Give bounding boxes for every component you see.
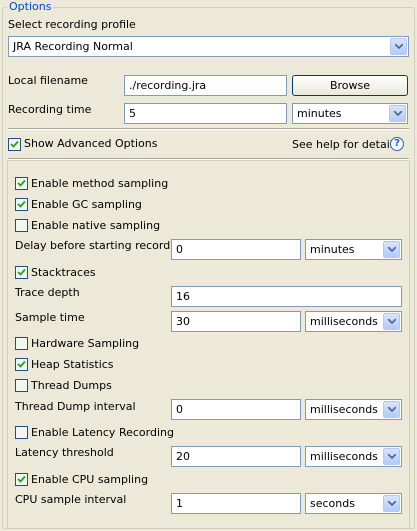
sample-time-input[interactable]: 30	[171, 311, 301, 332]
checkmark-icon	[17, 475, 26, 483]
checkmark-icon	[17, 200, 26, 208]
sample-time-unit-select[interactable]: milliseconds	[305, 311, 402, 332]
thread-dump-interval-unit-value: milliseconds	[310, 403, 378, 416]
recording-time-unit-select[interactable]: minutes	[292, 103, 408, 124]
chevron-down-icon	[388, 319, 396, 324]
hardware-sampling-checkbox[interactable]	[15, 337, 28, 350]
sample-time-label: Sample time	[15, 311, 85, 324]
thread-dump-interval-unit-select[interactable]: milliseconds	[305, 399, 402, 420]
method-sampling-checkbox[interactable]	[15, 177, 28, 190]
cpu-interval-unit-select[interactable]: seconds	[305, 493, 402, 514]
delay-label: Delay before starting recording	[15, 239, 188, 252]
help-icon[interactable]: ?	[390, 137, 404, 151]
chevron-down-icon	[395, 44, 403, 49]
profile-select[interactable]: JRA Recording Normal	[8, 36, 409, 57]
heap-statistics-label[interactable]: Heap Statistics	[31, 358, 114, 372]
delay-unit-select[interactable]: minutes	[305, 239, 402, 260]
trace-depth-input[interactable]: 16	[171, 286, 402, 307]
cpu-interval-label: CPU sample interval	[15, 493, 127, 506]
recording-time-input[interactable]: 5	[124, 103, 287, 124]
delay-unit-arrow[interactable]	[383, 241, 400, 258]
profile-dropdown-arrow[interactable]	[390, 38, 407, 55]
gc-sampling-label[interactable]: Enable GC sampling	[31, 198, 142, 212]
filename-input[interactable]: ./recording.jra	[124, 75, 287, 96]
latency-threshold-label: Latency threshold	[15, 446, 114, 459]
profile-select-value: JRA Recording Normal	[13, 40, 133, 53]
cpu-interval-input[interactable]: 1	[171, 493, 301, 514]
heap-statistics-checkbox[interactable]	[15, 358, 28, 371]
stacktraces-checkbox[interactable]	[15, 266, 28, 279]
gc-sampling-checkbox[interactable]	[15, 198, 28, 211]
hardware-sampling-label[interactable]: Hardware Sampling	[31, 337, 139, 351]
chevron-down-icon	[388, 247, 396, 252]
trace-depth-label: Trace depth	[15, 286, 80, 299]
sample-time-unit-value: milliseconds	[310, 315, 378, 328]
thread-dump-interval-input[interactable]: 0	[171, 399, 301, 420]
delay-input[interactable]: 0	[171, 239, 301, 260]
show-advanced-checkbox[interactable]	[8, 138, 21, 151]
help-details-label: See help for details	[292, 138, 399, 151]
cpu-interval-unit-arrow[interactable]	[383, 495, 400, 512]
latency-recording-label[interactable]: Enable Latency Recording	[31, 426, 174, 440]
show-advanced-label[interactable]: Show Advanced Options	[24, 137, 157, 151]
native-sampling-label[interactable]: Enable native sampling	[31, 219, 160, 233]
latency-recording-checkbox[interactable]	[15, 426, 28, 439]
checkmark-icon	[17, 179, 26, 187]
thread-dump-interval-label: Thread Dump interval	[15, 400, 136, 413]
separator	[8, 128, 409, 130]
latency-threshold-unit-arrow[interactable]	[383, 448, 400, 465]
filename-label: Local filename	[8, 74, 88, 87]
stacktraces-label[interactable]: Stacktraces	[31, 266, 96, 280]
cpu-sampling-checkbox[interactable]	[15, 473, 28, 486]
latency-threshold-unit-select[interactable]: milliseconds	[305, 446, 402, 467]
native-sampling-checkbox[interactable]	[15, 219, 28, 232]
recording-time-unit-value: minutes	[297, 107, 342, 120]
options-group-title: Options	[7, 0, 54, 13]
thread-dumps-checkbox[interactable]	[15, 379, 28, 392]
recording-time-unit-arrow[interactable]	[389, 105, 406, 122]
cpu-sampling-label[interactable]: Enable CPU sampling	[31, 473, 148, 487]
profile-label: Select recording profile	[8, 18, 136, 31]
chevron-down-icon	[388, 454, 396, 459]
browse-button[interactable]: Browse	[292, 75, 408, 96]
checkmark-icon	[10, 140, 19, 148]
delay-unit-value: minutes	[310, 243, 355, 256]
chevron-down-icon	[388, 501, 396, 506]
sample-time-unit-arrow[interactable]	[383, 313, 400, 330]
cpu-interval-unit-value: seconds	[310, 497, 355, 510]
thread-dumps-label[interactable]: Thread Dumps	[31, 379, 112, 393]
latency-threshold-input[interactable]: 20	[171, 446, 301, 467]
method-sampling-label[interactable]: Enable method sampling	[31, 177, 168, 191]
checkmark-icon	[17, 360, 26, 368]
recording-time-label: Recording time	[8, 103, 92, 116]
checkmark-icon	[17, 268, 26, 276]
chevron-down-icon	[394, 111, 402, 116]
chevron-down-icon	[388, 407, 396, 412]
latency-threshold-unit-value: milliseconds	[310, 450, 378, 463]
thread-dump-interval-unit-arrow[interactable]	[383, 401, 400, 418]
